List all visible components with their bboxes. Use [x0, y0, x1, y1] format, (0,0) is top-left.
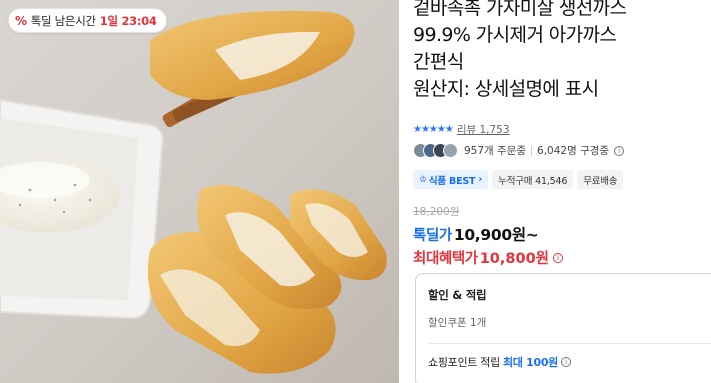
- food-best-chip[interactable]: ♔ 식품 BEST ›: [413, 170, 489, 189]
- percent-icon: %: [15, 13, 27, 28]
- product-chips: ♔ 식품 BEST › 누적구매 41,546 무료배송: [413, 170, 624, 189]
- info-icon[interactable]: i: [553, 252, 563, 263]
- deal-timer-value: 1일 23:04: [99, 13, 157, 28]
- food-best-label: 식품 BEST: [428, 175, 476, 187]
- info-icon[interactable]: i: [614, 145, 625, 156]
- points-max-value: 최대 100원: [502, 356, 558, 369]
- deal-price-value: 10,900원~: [453, 226, 539, 244]
- deal-timer-label: 톡딜 남은시간: [30, 13, 96, 28]
- viewing-count: 6,042명 구경중: [537, 145, 610, 157]
- max-benefit-price-row: 최대혜택가 10,800원 i: [413, 247, 563, 268]
- deal-timer-badge: % 톡딜 남은시간 1일 23:04: [8, 8, 167, 33]
- product-title-line: 원산지: 상세설명에 표시: [413, 78, 599, 100]
- divider: [531, 145, 533, 156]
- shopping-points-row[interactable]: 쇼핑포인트 적립 최대 100원 i: [428, 354, 711, 370]
- original-price: 18,200원: [413, 206, 460, 218]
- product-image[interactable]: % 톡딜 남은시간 1일 23:04: [0, 0, 399, 383]
- benefits-box[interactable]: 할인 & 적립 할인쿠폰 1개 쇼핑포인트 적립 최대 100원 i: [415, 273, 711, 383]
- max-benefit-label: 최대혜택가: [413, 251, 478, 267]
- chevron-right-icon: ›: [475, 174, 483, 185]
- activity-row: 957개 주문중 6,042명 구경중 i: [413, 143, 625, 158]
- product-title-line: 겉바속촉 가자미살 생선까스: [413, 0, 627, 19]
- product-title: 겉바속촉 가자미살 생선까스 99.9% 가시제거 아가까스 간편식 원산지: …: [413, 0, 711, 103]
- divider: [428, 343, 711, 344]
- info-icon[interactable]: i: [561, 357, 571, 367]
- trophy-icon: ♔: [419, 174, 427, 185]
- max-benefit-value: 10,800원: [479, 251, 549, 267]
- product-title-line: 간편식: [413, 51, 464, 73]
- star-rating-icon: ★★★★★: [413, 124, 454, 135]
- rating-row: ★★★★★ 리뷰 1,753: [413, 122, 510, 137]
- deal-price-label: 톡딜가: [413, 228, 452, 244]
- review-count-link[interactable]: 리뷰 1,753: [457, 122, 510, 137]
- cumulative-purchase-chip: 누적구매 41,546: [492, 170, 574, 189]
- product-info-panel: 겉바속촉 가자미살 생선까스 99.9% 가시제거 아가까스 간편식 원산지: …: [413, 0, 711, 383]
- coupon-count[interactable]: 할인쿠폰 1개: [428, 315, 711, 330]
- benefits-heading: 할인 & 적립: [428, 288, 487, 302]
- avatar: [443, 143, 458, 158]
- buyer-avatars: [413, 143, 458, 158]
- points-label: 쇼핑포인트 적립: [428, 356, 500, 369]
- deal-price-row: 톡딜가 10,900원~: [413, 223, 539, 245]
- product-title-line: 99.9% 가시제거 아가까스: [413, 24, 617, 46]
- ordering-count: 957개 주문중: [464, 145, 527, 157]
- free-shipping-chip: 무료배송: [577, 170, 624, 189]
